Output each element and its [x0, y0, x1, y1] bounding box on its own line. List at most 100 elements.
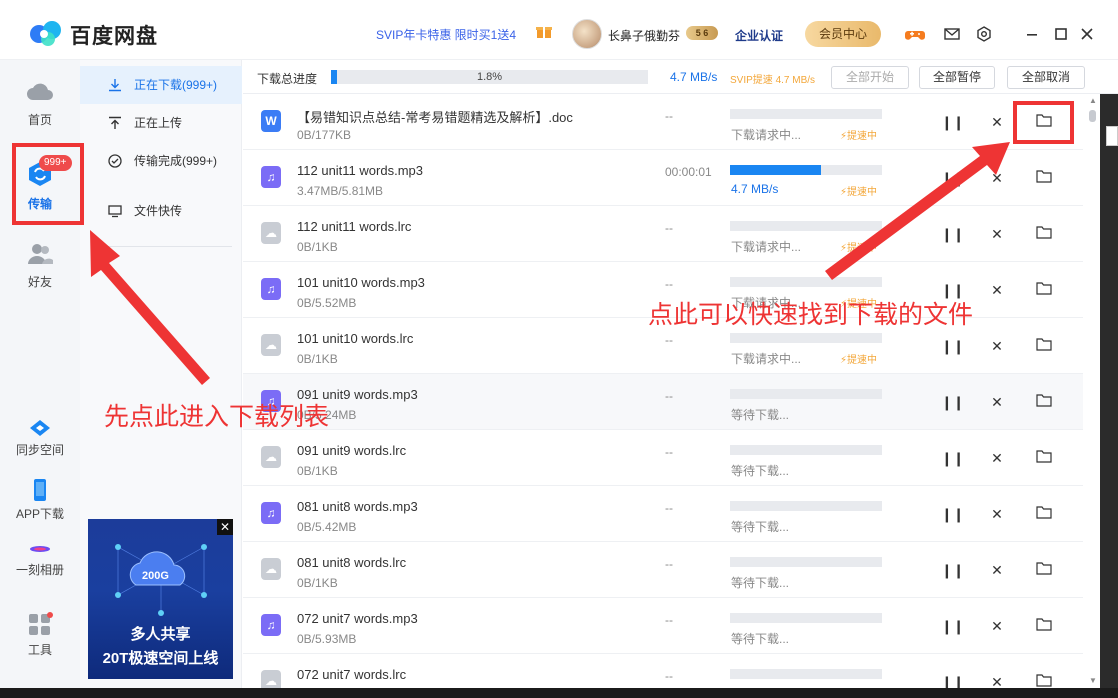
file-size: 0B/1KB	[297, 576, 338, 590]
lrc-file-icon: ☁	[261, 558, 281, 580]
submenu-completed[interactable]: 传输完成(999+)	[80, 142, 242, 180]
nav-sync-space[interactable]: 同步空间	[0, 418, 80, 458]
cancel-x-icon[interactable]: ✕	[987, 392, 1007, 412]
submenu-downloading[interactable]: 正在下载(999+)	[80, 66, 242, 104]
list-scrollbar[interactable]: ▲ ▼	[1086, 94, 1100, 688]
cancel-x-icon[interactable]: ✕	[987, 672, 1007, 688]
svip-promo-link[interactable]: SVIP年卡特惠 限时买1送4	[376, 26, 516, 43]
pause-icon[interactable]: ❙❙	[941, 672, 964, 688]
total-progress-text: 1.8%	[476, 71, 503, 83]
file-progress-bar	[730, 669, 882, 679]
username[interactable]: 长鼻子俄勤芬	[608, 27, 680, 44]
nav-app-download[interactable]: APP下载	[0, 478, 80, 522]
open-folder-icon[interactable]	[1034, 504, 1054, 524]
nav-app-download-label: APP下载	[15, 507, 64, 521]
download-row[interactable]: ♫ 091 unit9 words.mp3 0B/5.24MB -- 等待下载... ❙❙…	[243, 374, 1083, 430]
open-folder-icon[interactable]	[1034, 336, 1054, 356]
open-folder-icon[interactable]	[1034, 448, 1054, 468]
pause-icon[interactable]: ❙❙	[941, 392, 964, 412]
nav-sync-label: 同步空间	[15, 443, 64, 457]
download-row[interactable]: ☁ 072 unit7 words.lrc -- ❙❙ ✕	[243, 654, 1083, 688]
download-row[interactable]: ♫ 081 unit8 words.mp3 0B/5.42MB -- 等待下载... ❙❙…	[243, 486, 1083, 542]
cancel-x-icon[interactable]: ✕	[987, 280, 1007, 300]
nav-home[interactable]: 首页	[0, 78, 80, 128]
boost-label: 提速中	[847, 187, 878, 198]
ad-close-button[interactable]: ✕	[217, 519, 233, 535]
file-name: 101 unit10 words.lrc	[297, 331, 414, 346]
download-row[interactable]: ♫ 112 unit11 words.mp3 3.47MB/5.81MB 00:00:…	[243, 150, 1083, 206]
cancel-x-icon[interactable]: ✕	[987, 112, 1007, 132]
user-avatar[interactable]	[572, 19, 602, 49]
cancel-x-icon[interactable]: ✕	[987, 616, 1007, 636]
close-icon[interactable]	[1078, 26, 1096, 42]
nav-friends[interactable]: 好友	[0, 242, 80, 290]
vip-level-badge: 5 6	[686, 26, 718, 40]
minimize-icon[interactable]	[1023, 26, 1041, 42]
submenu-quick-send-label: 文件快传	[134, 204, 183, 218]
settings-icon[interactable]	[975, 26, 993, 42]
pause-icon[interactable]: ❙❙	[941, 616, 964, 636]
download-status: 4.7 MB/s	[731, 182, 779, 196]
pause-icon[interactable]: ❙❙	[941, 112, 964, 132]
enterprise-verify-link[interactable]: 企业认证	[735, 27, 783, 44]
remaining-time: 00:00:01	[665, 165, 712, 179]
scroll-up-arrow-icon[interactable]: ▲	[1088, 96, 1098, 106]
submenu-quick-send[interactable]: 文件快传	[80, 192, 242, 230]
cancel-x-icon[interactable]: ✕	[987, 504, 1007, 524]
download-row[interactable]: ♫ 072 unit7 words.mp3 0B/5.93MB -- 等待下载... ❙❙…	[243, 598, 1083, 654]
scroll-down-arrow-icon[interactable]: ▼	[1088, 676, 1098, 686]
cloud-icon	[27, 83, 53, 100]
cancel-x-icon[interactable]: ✕	[987, 168, 1007, 188]
remaining-time: --	[665, 669, 673, 683]
cancel-x-icon[interactable]: ✕	[987, 560, 1007, 580]
annotation-text-left: 先点此进入下载列表	[104, 403, 330, 431]
cancel-all-button[interactable]: 全部取消	[1007, 66, 1085, 89]
promo-ad-banner[interactable]: 200G ✕ 多人共享 20T极速空间上线	[88, 519, 233, 679]
download-row[interactable]: ☁ 112 unit11 words.lrc 0B/1KB -- 下载请求中... ⚡提速…	[243, 206, 1083, 262]
total-progress-label: 下载总进度	[257, 72, 318, 86]
pause-icon[interactable]: ❙❙	[941, 336, 964, 356]
file-name: 【易错知识点总结-常考易错题精选及解析】.doc	[297, 110, 573, 125]
pause-icon[interactable]: ❙❙	[941, 504, 964, 524]
open-folder-icon[interactable]	[1034, 672, 1054, 688]
download-row[interactable]: ☁ 091 unit9 words.lrc 0B/1KB -- 等待下载... ❙❙ ✕	[243, 430, 1083, 486]
pause-icon[interactable]: ❙❙	[941, 168, 964, 188]
cancel-x-icon[interactable]: ✕	[987, 224, 1007, 244]
boost-label: 提速中	[847, 355, 878, 366]
start-all-button[interactable]: 全部开始	[831, 66, 909, 89]
open-folder-icon[interactable]	[1034, 168, 1054, 188]
game-icon[interactable]	[905, 26, 925, 42]
maximize-icon[interactable]	[1052, 26, 1070, 42]
open-folder-icon[interactable]	[1034, 560, 1054, 580]
file-progress-bar	[730, 277, 882, 287]
pause-icon[interactable]: ❙❙	[941, 560, 964, 580]
file-size: 0B/1KB	[297, 464, 338, 478]
download-row[interactable]: W 【易错知识点总结-常考易错题精选及解析】.doc 0B/177KB -- 下载请求中…	[243, 94, 1083, 150]
nav-tools[interactable]: 工具	[0, 612, 80, 658]
open-folder-icon[interactable]	[1034, 392, 1054, 412]
pause-icon[interactable]: ❙❙	[941, 448, 964, 468]
pause-icon[interactable]: ❙❙	[941, 224, 964, 244]
download-row[interactable]: ☁ 081 unit8 words.lrc 0B/1KB -- 等待下载... ❙❙ ✕	[243, 542, 1083, 598]
nav-tools-label: 工具	[27, 643, 52, 657]
mail-icon[interactable]	[943, 26, 961, 42]
open-folder-icon[interactable]	[1034, 224, 1054, 244]
submenu-uploading-label: 正在上传	[134, 116, 183, 130]
pause-all-button[interactable]: 全部暂停	[919, 66, 995, 89]
download-status: 等待下载...	[731, 408, 790, 422]
mp3-file-icon: ♫	[261, 502, 281, 524]
ad-badge-200g: 200G	[142, 570, 169, 582]
vip-center-button[interactable]: 会员中心	[805, 21, 881, 47]
gift-icon[interactable]	[536, 24, 552, 39]
submenu-uploading[interactable]: 正在上传	[80, 104, 242, 142]
open-folder-icon[interactable]	[1034, 616, 1054, 636]
scroll-thumb[interactable]	[1089, 110, 1096, 122]
cancel-x-icon[interactable]: ✕	[987, 336, 1007, 356]
open-folder-icon[interactable]	[1034, 280, 1054, 300]
cancel-x-icon[interactable]: ✕	[987, 448, 1007, 468]
total-speed: 4.7 MB/s	[670, 70, 718, 84]
nav-album[interactable]: 一刻相册	[0, 540, 80, 578]
upload-icon	[109, 116, 121, 129]
remaining-time: --	[665, 109, 673, 123]
file-size: 0B/1KB	[297, 240, 338, 254]
